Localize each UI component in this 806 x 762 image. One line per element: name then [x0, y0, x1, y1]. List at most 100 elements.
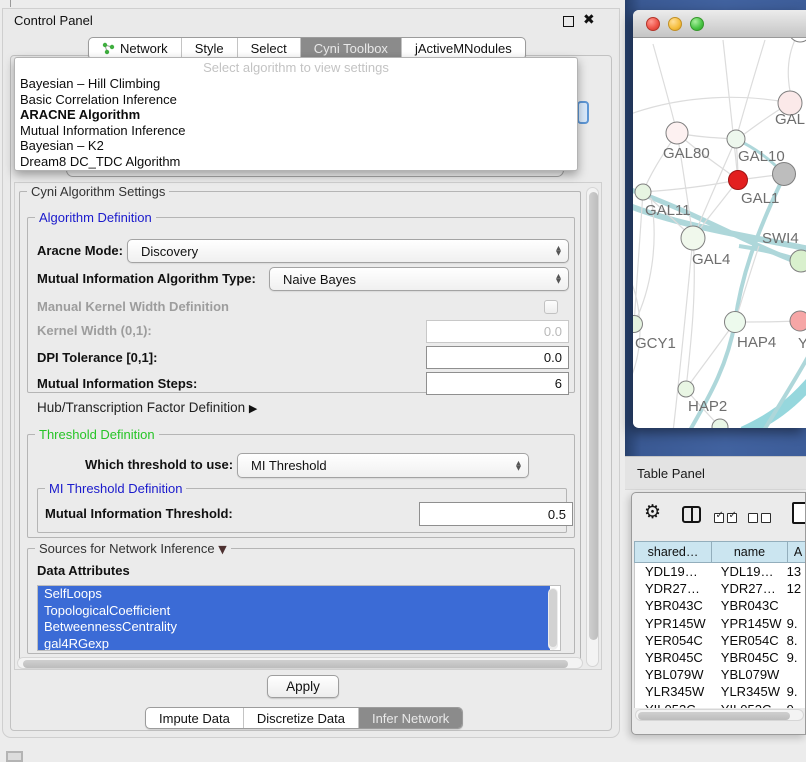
- hub-definition-expander[interactable]: Hub/Transcription Factor Definition ▶: [37, 396, 257, 421]
- mi-type-select[interactable]: Naive Bayes ▲▼: [269, 267, 569, 291]
- mi-threshold-field[interactable]: 0.5: [419, 502, 573, 526]
- network-edge[interactable]: [735, 246, 759, 322]
- network-node[interactable]: [729, 171, 748, 190]
- table-row[interactable]: YER054CYER054C8.: [635, 632, 805, 649]
- table-row[interactable]: YIL052CYIL052C9: [635, 701, 805, 709]
- tab-select[interactable]: Select: [237, 38, 300, 59]
- network-edge[interactable]: [653, 44, 677, 133]
- threshold-definition-title: Threshold Definition: [35, 427, 159, 442]
- mac-minimize-button[interactable]: [668, 17, 682, 31]
- table-row[interactable]: YDL19…YDL19…13: [635, 563, 805, 580]
- aracne-mode-select[interactable]: Discovery ▲▼: [127, 239, 569, 263]
- table-cell: YBL079W: [711, 666, 785, 683]
- dpi-tolerance-label: DPI Tolerance [0,1]:: [37, 346, 157, 370]
- network-edge[interactable]: [633, 97, 790, 116]
- table-cell: [785, 597, 805, 614]
- dpi-tolerance-value: 0.0: [544, 350, 562, 365]
- network-node[interactable]: [633, 316, 643, 333]
- network-canvas[interactable]: GALGAL80GAL10GAL1GAL11GAL4SWI4GCY1HAP4YH…: [633, 38, 806, 428]
- table-body: YDL19…YDL19…13YDR27…YDR27…12YBR043CYBR04…: [634, 563, 805, 708]
- network-node[interactable]: [790, 250, 806, 272]
- sources-group-title: Sources for Network Inference ▼: [35, 541, 231, 556]
- table-row[interactable]: YBL079WYBL079W: [635, 666, 805, 683]
- dropdown-item-mutual-information-inference[interactable]: Mutual Information Inference: [15, 123, 577, 139]
- network-edge[interactable]: [736, 40, 765, 139]
- network-node[interactable]: [727, 130, 745, 148]
- gear-icon[interactable]: ⚙: [644, 501, 661, 523]
- dropdown-item-basic-correlation-inference[interactable]: Basic Correlation Inference: [15, 92, 577, 108]
- network-node[interactable]: [666, 122, 688, 144]
- apply-button-label: Apply: [286, 679, 320, 694]
- table-cell: YLR345W: [635, 683, 711, 700]
- settings-vertical-scrollbar[interactable]: [586, 187, 599, 667]
- expander-down-icon: ▼: [218, 543, 226, 556]
- table-row[interactable]: YBR043CYBR043C: [635, 597, 805, 614]
- settings-horizontal-scrollbar[interactable]: [17, 657, 583, 669]
- network-node[interactable]: [678, 381, 694, 397]
- tab-network[interactable]: Network: [89, 38, 181, 59]
- column-header-3[interactable]: A: [788, 541, 806, 563]
- attribute-item-betweennesscentrality[interactable]: BetweennessCentrality: [38, 619, 550, 636]
- dropdown-item-aracne-algorithm[interactable]: ARACNE Algorithm: [15, 107, 577, 123]
- tab-cyni-toolbox[interactable]: Cyni Toolbox: [300, 38, 401, 59]
- tab-infer-network[interactable]: Infer Network: [358, 708, 462, 728]
- network-node[interactable]: [789, 38, 806, 42]
- mac-close-button[interactable]: [646, 17, 660, 31]
- tab-jactivemnodules[interactable]: jActiveMNodules: [401, 38, 525, 59]
- network-edge[interactable]: [723, 40, 738, 180]
- which-threshold-select[interactable]: MI Threshold ▲▼: [237, 453, 529, 478]
- dropdown-item-bayesian-hill-climbing[interactable]: Bayesian – Hill Climbing: [15, 76, 577, 92]
- mi-steps-value: 6: [555, 376, 562, 391]
- network-node[interactable]: [790, 311, 806, 331]
- attribute-item-topologicalcoefficient[interactable]: TopologicalCoefficient: [38, 603, 550, 620]
- table-row[interactable]: YBR045CYBR045C9.: [635, 649, 805, 666]
- dropdown-item-dream8-dc-tdc-algorithm[interactable]: Dream8 DC_TDC Algorithm: [15, 154, 577, 170]
- table-cell: YER054C: [635, 632, 711, 649]
- mac-zoom-button[interactable]: [690, 17, 704, 31]
- network-edge[interactable]: [788, 38, 799, 91]
- minimized-panel-icon[interactable]: [6, 751, 23, 762]
- node-label-gal10: GAL10: [738, 148, 785, 165]
- table-cell: YDL19…: [635, 563, 711, 580]
- columns-icon[interactable]: [682, 506, 701, 523]
- tab-impute-data[interactable]: Impute Data: [146, 708, 243, 728]
- bottom-tabbar: Impute DataDiscretize DataInfer Network: [145, 707, 463, 729]
- table-row[interactable]: YDR27…YDR27…12: [635, 580, 805, 597]
- float-window-icon[interactable]: [563, 16, 574, 27]
- table-row[interactable]: YLR345WYLR345W9.: [635, 683, 805, 700]
- deselect-all-checkboxes-icon[interactable]: [748, 510, 774, 528]
- table-horizontal-scrollbar[interactable]: [635, 709, 804, 721]
- kernel-width-field[interactable]: 0.0: [426, 320, 569, 343]
- network-node[interactable]: [773, 163, 796, 186]
- column-header-1[interactable]: shared…: [634, 541, 712, 563]
- document-icon[interactable]: [792, 502, 806, 524]
- column-header-2[interactable]: name: [712, 541, 788, 563]
- mi-type-value: Naive Bayes: [283, 272, 356, 287]
- dropdown-item-bayesian-k2[interactable]: Bayesian – K2: [15, 138, 577, 154]
- table-cell: YDR27…: [635, 580, 711, 597]
- tab-label: Select: [251, 41, 287, 56]
- close-icon[interactable]: ✖: [583, 12, 595, 28]
- spinner-arrows-icon: ▲▼: [556, 246, 568, 256]
- network-edge[interactable]: [743, 378, 806, 428]
- attribute-item-selfloops[interactable]: SelfLoops: [38, 586, 550, 603]
- attribute-item-gal4rgexp[interactable]: gal4RGexp: [38, 636, 550, 652]
- mi-threshold-value: 0.5: [548, 507, 566, 522]
- network-node[interactable]: [725, 312, 746, 333]
- node-label-gal1: GAL1: [741, 190, 779, 207]
- network-edge[interactable]: [643, 180, 738, 192]
- tab-discretize-data[interactable]: Discretize Data: [243, 708, 358, 728]
- apply-button[interactable]: Apply: [267, 675, 339, 698]
- attributes-scrollbar[interactable]: [548, 588, 558, 650]
- dpi-tolerance-field[interactable]: 0.0: [426, 346, 569, 369]
- manual-kernel-checkbox[interactable]: [544, 300, 558, 314]
- select-all-checkboxes-icon[interactable]: [714, 510, 740, 528]
- network-node[interactable]: [681, 226, 705, 250]
- table-row[interactable]: YPR145WYPR145W9.: [635, 615, 805, 632]
- tab-style[interactable]: Style: [181, 38, 237, 59]
- network-node[interactable]: [635, 184, 651, 200]
- table-cell: 9: [785, 701, 805, 709]
- network-window-titlebar[interactable]: [633, 10, 806, 38]
- table-cell: YIL052C: [711, 701, 785, 709]
- mi-steps-field[interactable]: 6: [426, 372, 569, 395]
